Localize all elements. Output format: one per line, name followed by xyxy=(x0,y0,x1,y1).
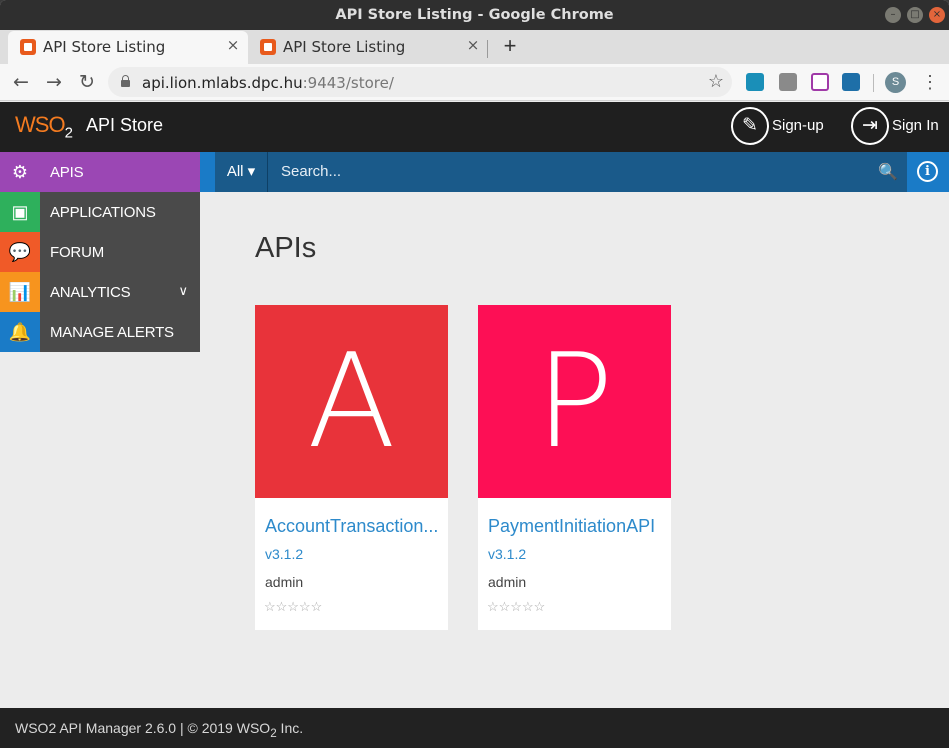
maximize-button[interactable]: □ xyxy=(907,7,923,23)
signup-label: Sign-up xyxy=(772,117,824,134)
page-title: APIs xyxy=(255,232,317,264)
bookmark-star-icon[interactable]: ☆ xyxy=(708,71,724,92)
close-window-button[interactable]: × xyxy=(929,7,945,23)
tab-label: API Store Listing xyxy=(43,38,166,56)
tab-label: API Store Listing xyxy=(283,38,406,56)
tab-close-icon[interactable]: × xyxy=(464,36,482,54)
window-title: API Store Listing - Google Chrome xyxy=(335,7,614,23)
chevron-down-icon[interactable]: ∨ xyxy=(178,283,188,299)
lock-icon xyxy=(120,75,131,88)
extension-2-icon[interactable] xyxy=(779,73,797,91)
brand-title[interactable]: API Store xyxy=(86,115,163,136)
wso2-favicon-icon xyxy=(20,39,36,55)
forward-button[interactable]: → xyxy=(41,69,67,95)
tab-strip: API Store Listing × API Store Listing × … xyxy=(0,30,949,64)
sidebar-item-manage-alerts[interactable]: 🔔 MANAGE ALERTS xyxy=(0,312,200,352)
site-footer: WSO2 API Manager 2.6.0 | © 2019 WSO2 Inc… xyxy=(0,708,949,748)
extension-3-icon[interactable] xyxy=(811,73,829,91)
back-button[interactable]: ← xyxy=(8,69,34,95)
search-input[interactable]: Search... xyxy=(281,163,341,180)
browser-toolbar: ← → ↻ api.lion.mlabs.dpc.hu:9443/store/ … xyxy=(0,64,949,101)
chart-icon: 📊 xyxy=(0,272,40,312)
sidebar-item-label: APPLICATIONS xyxy=(50,204,156,221)
sidebar-item-label: FORUM xyxy=(50,244,104,261)
sidebar-item-applications[interactable]: ▣ APPLICATIONS xyxy=(0,192,200,232)
sidebar-item-label: ANALYTICS xyxy=(50,284,131,301)
wso2-favicon-icon xyxy=(260,39,276,55)
url-text: api.lion.mlabs.dpc.hu:9443/store/ xyxy=(142,74,394,92)
api-provider: admin xyxy=(488,574,527,590)
tab-close-icon[interactable]: × xyxy=(224,36,242,54)
profile-avatar[interactable]: S xyxy=(885,72,906,93)
info-icon: i xyxy=(917,161,938,182)
browser-menu-icon[interactable]: ⋮ xyxy=(920,70,940,94)
api-version: v3.1.2 xyxy=(265,546,304,562)
tab-divider xyxy=(487,40,488,58)
sidebar-item-label: APIS xyxy=(50,164,84,181)
search-bar: All ▾ Search... 🔍 i xyxy=(200,152,949,192)
page-content: WSO2 API Store ✎ Sign-up ⇥ Sign In ⚙ API… xyxy=(0,102,949,748)
api-initial: P xyxy=(535,325,614,477)
api-thumbnail[interactable]: P xyxy=(478,305,671,498)
sidebar-item-apis[interactable]: ⚙ APIS xyxy=(0,152,200,192)
api-initial: A xyxy=(307,325,396,477)
api-version: v3.1.2 xyxy=(488,546,527,562)
star-rating: ☆☆☆☆☆ xyxy=(264,599,323,614)
search-bar-accent xyxy=(200,152,215,192)
extension-4-icon[interactable] xyxy=(842,73,860,91)
search-icon[interactable]: 🔍 xyxy=(878,162,898,182)
api-name-link[interactable]: AccountTransaction... xyxy=(265,516,443,537)
address-bar[interactable]: api.lion.mlabs.dpc.hu:9443/store/ ☆ xyxy=(108,67,732,97)
toolbar-divider xyxy=(873,74,874,92)
tab-api-store-2[interactable]: API Store Listing × xyxy=(248,31,488,64)
site-header: WSO2 API Store ✎ Sign-up ⇥ Sign In xyxy=(0,102,949,152)
api-name-link[interactable]: PaymentInitiationAPI xyxy=(488,516,666,537)
star-rating: ☆☆☆☆☆ xyxy=(487,599,546,614)
search-filter-dropdown[interactable]: All ▾ xyxy=(215,152,268,192)
extension-1-icon[interactable] xyxy=(746,73,764,91)
title-bar: API Store Listing - Google Chrome – □ × xyxy=(0,0,949,30)
minimize-button[interactable]: – xyxy=(885,7,901,23)
sidebar-item-forum[interactable]: 💬 FORUM xyxy=(0,232,200,272)
api-card[interactable]: A AccountTransaction... v3.1.2 admin ☆☆☆… xyxy=(255,305,448,630)
sidebar: ⚙ APIS ▣ APPLICATIONS 💬 FORUM 📊 ANALYTIC… xyxy=(0,152,200,352)
tab-api-store-1[interactable]: API Store Listing × xyxy=(8,31,248,64)
login-icon: ⇥ xyxy=(851,107,889,145)
api-thumbnail[interactable]: A xyxy=(255,305,448,498)
gear-api-icon: ⚙ xyxy=(0,152,40,192)
forum-icon: 💬 xyxy=(0,232,40,272)
edit-icon: ✎ xyxy=(731,107,769,145)
wso2-logo[interactable]: WSO2 xyxy=(15,112,73,141)
signin-label: Sign In xyxy=(892,117,939,134)
sidebar-item-label: MANAGE ALERTS xyxy=(50,324,174,341)
reload-button[interactable]: ↻ xyxy=(74,69,100,95)
footer-text: WSO2 API Manager 2.6.0 | © 2019 WSO2 Inc… xyxy=(15,720,304,740)
info-button[interactable]: i xyxy=(907,152,949,192)
browser-window: API Store Listing - Google Chrome – □ × … xyxy=(0,0,949,748)
new-tab-button[interactable]: + xyxy=(498,35,522,59)
api-card[interactable]: P PaymentInitiationAPI v3.1.2 admin ☆☆☆☆… xyxy=(478,305,671,630)
bell-icon: 🔔 xyxy=(0,312,40,352)
application-icon: ▣ xyxy=(0,192,40,232)
api-provider: admin xyxy=(265,574,304,590)
sidebar-item-analytics[interactable]: 📊 ANALYTICS ∨ xyxy=(0,272,200,312)
